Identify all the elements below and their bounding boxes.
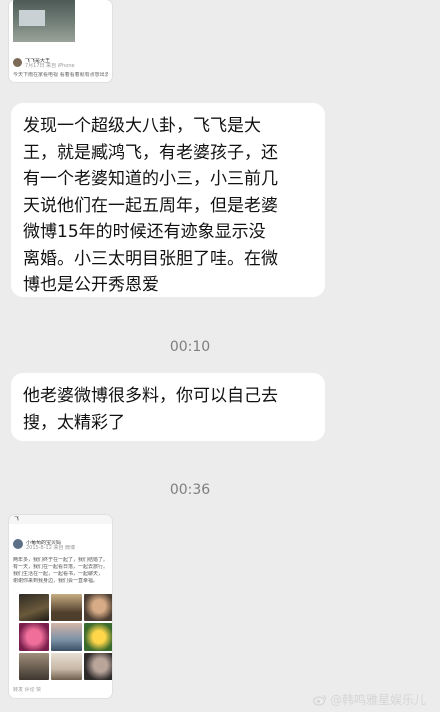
photo-thumb [83,623,112,651]
tv-screen-shape [19,10,45,26]
message-line: 王，就是臧鸿飞，有老婆孩子，还 [23,142,278,163]
post-text-line: 两年多，我们终于在一起了，我们结婚了。 [13,557,108,563]
avatar [13,539,23,549]
watermark-text: @韩鸣雅星娱乐儿 [329,693,426,707]
photo-thumb [51,623,82,651]
post-text-line: 我们生活在一起，一起看书，一起聊天， [13,571,104,577]
message-bubble[interactable]: 发现一个超级大八卦，飞飞是大 王，就是臧鸿飞，有老婆孩子，还 有一个老婆知道的小… [11,103,325,297]
weibo-icon [312,694,327,706]
message-line: 有一个老婆知道的小三，小三前几 [23,169,278,189]
message-line: 博也是公开秀恩爱 [23,275,159,295]
photo-thumb [83,594,112,622]
post-actions: 转发 评论 赞 [13,687,42,693]
message-line: 离婚。小三太明目张胆了哇。在微 [23,248,278,269]
post-text: 两年多，我们终于在一起了，我们结婚了。 有一天，我们在一起看日落，一起去旅行。 … [13,557,108,585]
post-photo [13,0,75,42]
timestamp: 00:10 [169,339,211,355]
photo-thumb [51,652,82,680]
weibo-screenshot-thumbnail-bottom[interactable]: 飞 小葡萄的宝贝妈 2015-8-12 来自 微博 两年多，我们终于在一起了，我… [9,515,112,698]
post-text-line: 有一天，我们在一起看日落，一起去旅行。 [13,564,108,570]
message-line: 天说他们在一起五周年，但是老婆 [23,195,278,216]
watermark: @韩鸣雅星娱乐儿 [312,691,426,708]
post-text-line: 谢谢你来到我身边，我们会一直幸福。 [13,578,99,584]
weibo-screenshot-thumbnail-top[interactable]: 飞飞是大王 7月17日 来自 iPhone 今天下雨在家看电视 看着看着就有点想… [9,0,112,82]
message-line: 发现一个超级大八卦，飞飞是大 [23,116,261,136]
post-time: 7月17日 来自 iPhone [25,63,75,69]
status-bar-text: 飞 [14,516,20,522]
message-bubble[interactable]: 他老婆微博很多料，你可以自己去 搜，太精彩了 [11,373,325,441]
timestamp: 00:36 [169,482,211,498]
photo-thumb [19,652,50,680]
photo-thumb [83,652,112,680]
post-header: 小葡萄的宝贝妈 2015-8-12 来自 微博 [13,539,108,551]
avatar [13,58,22,67]
message-line: 搜，太精彩了 [23,412,125,433]
message-line: 他老婆微博很多料，你可以自己去 [23,386,278,406]
photo-thumb [19,594,50,622]
photo-grid [19,594,112,680]
photo-thumb [51,594,82,622]
post-time: 2015-8-12 来自 微博 [26,545,76,551]
message-line: 微博15年的时候还有迹象显示没 [23,222,266,242]
post-header: 飞飞是大王 7月17日 来自 iPhone [13,58,108,69]
status-bar: 飞 [9,515,112,524]
post-text: 今天下雨在家看电视 看着看着就有点想出去玩了 [13,72,108,78]
photo-thumb [19,623,50,651]
